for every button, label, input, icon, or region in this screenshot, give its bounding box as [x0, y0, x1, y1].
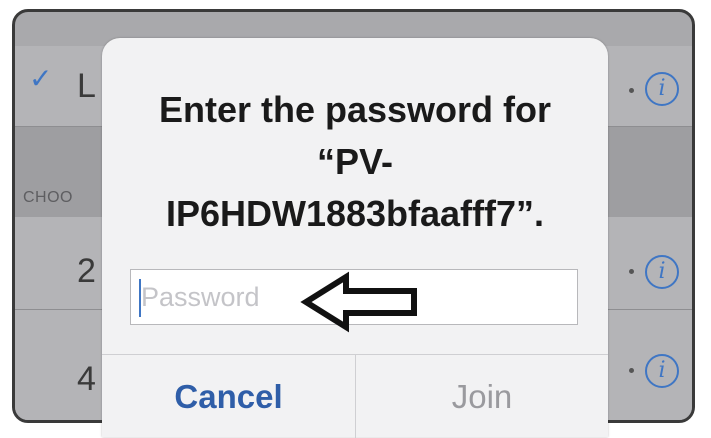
- text-cursor: [139, 279, 141, 317]
- dialog-title-line: Enter the password for: [158, 89, 552, 130]
- network-name-fragment: L: [77, 67, 96, 105]
- network-name-fragment: 4: [77, 360, 96, 398]
- cancel-button[interactable]: Cancel: [102, 355, 355, 438]
- info-icon[interactable]: i: [645, 255, 679, 289]
- lock-icon: [629, 269, 634, 274]
- dialog-button-bar: Cancel Join: [102, 354, 608, 438]
- dialog-title-line: IP6HDW1883bfaafff7”.: [165, 193, 545, 234]
- dialog-title-line: “PV-: [316, 141, 394, 182]
- password-dialog: Enter the password for “PV- IP6HDW1883bf…: [102, 38, 608, 438]
- lock-icon: [629, 88, 634, 93]
- section-header-label: CHOO: [23, 189, 73, 206]
- info-icon[interactable]: i: [645, 354, 679, 388]
- lock-icon: [629, 368, 634, 373]
- dialog-title: Enter the password for “PV- IP6HDW1883bf…: [112, 84, 598, 240]
- network-name-fragment: 2: [77, 252, 96, 290]
- annotation-arrow-icon: [300, 271, 417, 333]
- checkmark-icon: ✓: [29, 63, 53, 94]
- join-button[interactable]: Join: [355, 355, 608, 438]
- info-icon[interactable]: i: [645, 72, 679, 106]
